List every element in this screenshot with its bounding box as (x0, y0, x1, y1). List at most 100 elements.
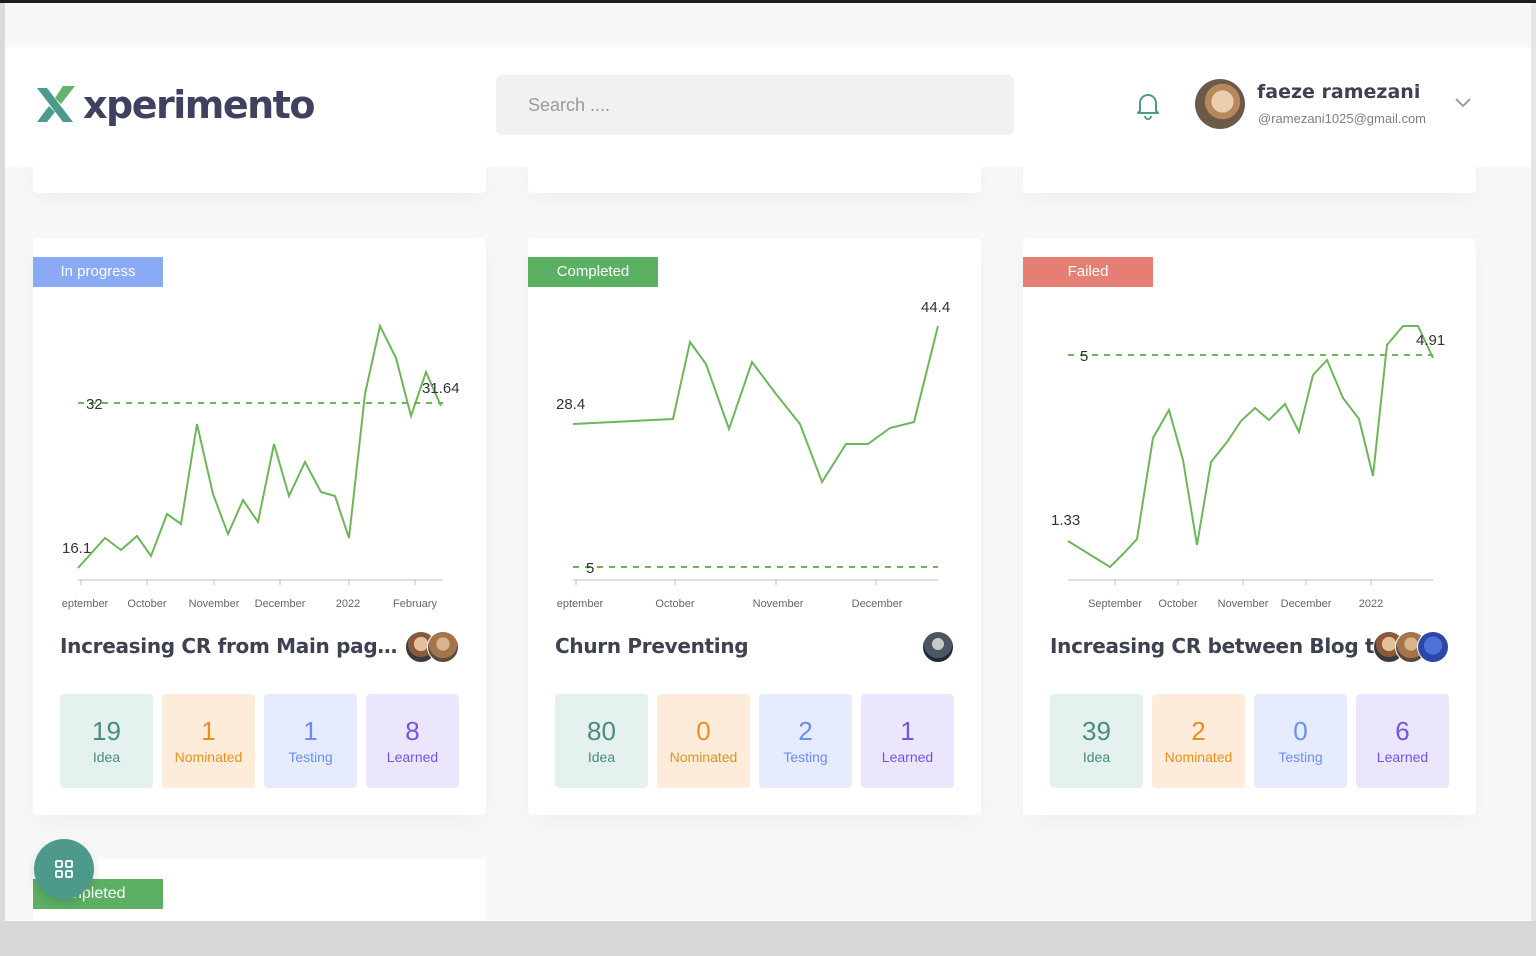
stat-label: Nominated (669, 749, 738, 765)
logo[interactable]: xperimento (33, 77, 315, 133)
tick-label: October (655, 598, 694, 610)
series-line (572, 325, 939, 485)
header: xperimento faeze ramezani @ramezani1025@… (5, 47, 1531, 167)
min-label: 1.33 (1051, 512, 1080, 529)
avatar (1417, 631, 1449, 663)
stat-value: 19 (92, 716, 121, 746)
stats-row: 80 Idea 0 Nominated 2 Testing 1 Learned (555, 694, 954, 788)
tick-label: December (852, 598, 903, 610)
status-badge: In progress (33, 257, 163, 287)
end-label: 4.91 (1416, 332, 1445, 349)
stat-value: 6 (1395, 716, 1410, 746)
tick-label: 2022 (336, 598, 360, 610)
stat-testing[interactable]: 2 Testing (759, 694, 852, 788)
stat-learned[interactable]: 6 Learned (1356, 694, 1449, 788)
logo-text: xperimento (83, 83, 315, 127)
stat-value: 80 (587, 716, 616, 746)
stat-value: 1 (900, 716, 915, 746)
experiment-card[interactable]: In progress 32 16.1 31.64 eptember Octob… (33, 238, 486, 815)
stat-label: Idea (92, 749, 121, 765)
stats-row: 39 Idea 2 Nominated 0 Testing 6 Learned (1050, 694, 1449, 788)
stat-value: 0 (1293, 716, 1308, 746)
card-title[interactable]: Increasing CR from Main page to ... (60, 634, 410, 658)
stat-idea[interactable]: 19 Idea (60, 694, 153, 788)
tick-label: 2022 (1359, 598, 1383, 610)
experiment-card[interactable]: Completed 5 28.4 44.4 eptember October N… (528, 238, 981, 815)
bell-icon[interactable] (1133, 89, 1163, 121)
stats-row: 19 Idea 1 Nominated 1 Testing 8 Learned (60, 694, 459, 788)
stat-idea[interactable]: 39 Idea (1050, 694, 1143, 788)
grid-menu-button[interactable] (34, 839, 94, 899)
tick-label: eptember (62, 598, 109, 610)
user-name: faeze ramezani (1257, 81, 1421, 103)
tick-label: October (1158, 598, 1197, 610)
stat-learned[interactable]: 1 Learned (861, 694, 954, 788)
tick-label: February (393, 598, 438, 610)
stat-value: 0 (696, 716, 711, 746)
stat-label: Learned (386, 749, 439, 765)
card-title[interactable]: Increasing CR between Blog to l... (1050, 634, 1400, 658)
end-label: 31.64 (422, 380, 460, 397)
stat-testing[interactable]: 0 Testing (1254, 694, 1347, 788)
tick-label: November (1218, 598, 1269, 610)
stat-label: Nominated (1164, 749, 1233, 765)
stat-value: 8 (405, 716, 420, 746)
user-email: @ramezani1025@gmail.com (1258, 111, 1427, 126)
team-avatars (405, 631, 459, 663)
baseline-label: 5 (1080, 348, 1088, 365)
stat-label: Learned (881, 749, 934, 765)
stat-nominated[interactable]: 1 Nominated (162, 694, 255, 788)
experiment-card[interactable]: Failed 5 1.33 4.91 September October Nov… (1023, 238, 1476, 815)
stat-label: Idea (1082, 749, 1111, 765)
team-avatars (1373, 631, 1449, 663)
series-line (77, 323, 442, 569)
team-avatars (922, 631, 954, 663)
search-input[interactable] (496, 75, 1014, 135)
tick-label: December (1281, 598, 1332, 610)
baseline-label: 32 (86, 396, 103, 413)
stat-value: 39 (1082, 716, 1111, 746)
stat-label: Testing (783, 749, 828, 765)
stat-label: Learned (1376, 749, 1429, 765)
logo-icon (37, 86, 75, 122)
stat-nominated[interactable]: 2 Nominated (1152, 694, 1245, 788)
x-ticks (1114, 580, 1372, 585)
window-bottom-edge (0, 921, 1536, 956)
avatar (427, 631, 459, 663)
min-label: 16.1 (62, 540, 91, 557)
experiment-card[interactable]: npleted (33, 859, 486, 921)
avatar (922, 631, 954, 663)
stat-value: 1 (303, 716, 318, 746)
grid-icon (55, 860, 73, 878)
card-title[interactable]: Churn Preventing (555, 634, 905, 658)
tick-label: November (189, 598, 240, 610)
start-label: 28.4 (556, 396, 585, 413)
window-right-edge (1531, 3, 1536, 921)
chevron-down-icon[interactable] (1453, 95, 1473, 109)
experiment-chart: 32 16.1 31.64 eptember October November … (62, 323, 460, 610)
stat-learned[interactable]: 8 Learned (366, 694, 459, 788)
stat-label: Testing (288, 749, 333, 765)
end-label: 44.4 (921, 299, 950, 316)
series-line (1067, 325, 1434, 569)
status-badge: Failed (1023, 257, 1153, 287)
tick-label: December (255, 598, 306, 610)
baseline-label: 5 (586, 560, 594, 577)
app-frame: xperimento faeze ramezani @ramezani1025@… (5, 3, 1531, 921)
x-ticks (80, 580, 416, 585)
stat-label: Idea (587, 749, 616, 765)
tick-label: September (1088, 598, 1142, 610)
stat-label: Nominated (174, 749, 243, 765)
stat-value: 1 (201, 716, 216, 746)
stat-value: 2 (1191, 716, 1206, 746)
tick-label: eptember (557, 598, 604, 610)
experiment-chart: 5 1.33 4.91 September October November D… (1051, 325, 1445, 610)
stat-testing[interactable]: 1 Testing (264, 694, 357, 788)
tick-label: October (127, 598, 166, 610)
stat-value: 2 (798, 716, 813, 746)
status-badge: Completed (528, 257, 658, 287)
stat-nominated[interactable]: 0 Nominated (657, 694, 750, 788)
avatar[interactable] (1195, 79, 1245, 129)
tick-label: November (753, 598, 804, 610)
stat-idea[interactable]: 80 Idea (555, 694, 648, 788)
